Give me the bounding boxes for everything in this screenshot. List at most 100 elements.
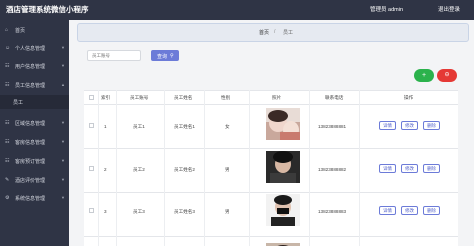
detail-button[interactable]: 详情 <box>379 121 396 130</box>
row-gender: 男 <box>225 167 230 172</box>
edit-button[interactable]: 修改 <box>401 164 418 173</box>
row-checkbox[interactable] <box>89 166 94 171</box>
row-phone: 13823888881 <box>318 124 347 129</box>
sidebar-item-home[interactable]: ⌂ 首页 <box>0 22 69 38</box>
user-icon: ☺ <box>5 45 11 51</box>
home-icon: ⌂ <box>5 27 9 33</box>
staff-photo-image <box>266 194 300 226</box>
staff-table: 索引 员工账号 员工姓名 性别 照片 联系电话 操作 1 员工1 员工姓名1 女… <box>84 90 458 246</box>
header-account: 员工账号 <box>130 95 149 100</box>
chevron-down-icon: ▼ <box>61 120 65 125</box>
table-col-divider <box>164 90 165 246</box>
row-checkbox[interactable] <box>89 123 94 128</box>
row-name: 员工姓名1 <box>174 124 195 129</box>
header-actions: 操作 <box>404 95 414 100</box>
table-divider <box>84 90 458 91</box>
search-button[interactable]: 查询 ⚲ <box>151 50 179 61</box>
search-input[interactable] <box>87 50 141 61</box>
chevron-down-icon: ▼ <box>61 177 65 182</box>
delete-button[interactable]: 删除 <box>423 121 440 130</box>
sidebar-item-area[interactable]: ☷ 区域信息管理 ▼ <box>0 115 69 131</box>
search-button-label: 查询 <box>157 54 168 60</box>
table-divider <box>84 236 458 237</box>
sidebar-item-label: 用户信息管理 <box>15 64 46 70</box>
sidebar-item-label: 区域信息管理 <box>15 121 46 127</box>
row-name: 员工姓名3 <box>174 209 195 214</box>
sidebar-subitem-label: 员工 <box>13 100 24 106</box>
breadcrumb-home[interactable]: 首页 <box>259 29 269 36</box>
staff-photo-image <box>266 151 300 183</box>
table-col-divider <box>359 90 360 246</box>
staff-photo <box>266 108 300 140</box>
sidebar-subitem-staff[interactable]: 员工 <box>0 95 69 109</box>
booking-icon: ☷ <box>5 158 10 164</box>
sidebar-item-system[interactable]: ⚙ 系统信息管理 ▼ <box>0 190 69 206</box>
batch-delete-button[interactable]: ⊖ <box>437 69 457 82</box>
breadcrumb: 首页 / 员工 <box>77 23 469 42</box>
row-checkbox[interactable] <box>89 208 94 213</box>
admin-label: 管理员 admin <box>370 7 404 13</box>
breadcrumb-separator: / <box>274 29 276 35</box>
header-phone: 联系电话 <box>325 95 344 100</box>
edit-button[interactable]: 修改 <box>401 121 418 130</box>
chevron-down-icon: ▼ <box>61 139 65 144</box>
detail-button[interactable]: 详情 <box>379 164 396 173</box>
header-photo: 照片 <box>272 95 282 100</box>
top-bar: 酒店管理系统微信小程序 管理员 admin 退出登录 <box>0 0 474 20</box>
chevron-down-icon: ▼ <box>61 63 65 68</box>
table-col-divider <box>249 90 250 246</box>
users-icon: ☷ <box>5 63 10 69</box>
sidebar-item-label: 酒店评价管理 <box>15 178 46 184</box>
delete-button[interactable]: 删除 <box>423 164 440 173</box>
chevron-down-icon: ▼ <box>61 45 65 50</box>
row-phone: 13823888883 <box>318 209 347 214</box>
app-title: 酒店管理系统微信小程序 <box>6 5 89 14</box>
select-all-checkbox[interactable] <box>89 95 94 100</box>
edit-button[interactable]: 修改 <box>401 206 418 215</box>
sidebar: ⌂ 首页 ☺ 个人信息管理 ▼ ☷ 用户信息管理 ▼ ☷ 员工信息管理 ▲ 员工… <box>0 20 69 246</box>
add-button[interactable]: + <box>414 69 434 82</box>
row-account: 员工1 <box>133 124 145 129</box>
sidebar-item-room[interactable]: ☷ 客房信息管理 ▼ <box>0 134 69 150</box>
row-index: 1 <box>104 124 107 129</box>
area-icon: ☷ <box>5 120 10 126</box>
row-account: 员工2 <box>133 167 145 172</box>
table-divider <box>84 192 458 193</box>
row-index: 3 <box>104 209 107 214</box>
staff-photo <box>266 194 300 226</box>
sidebar-item-personal[interactable]: ☺ 个人信息管理 ▼ <box>0 40 69 56</box>
row-name: 员工姓名2 <box>174 167 195 172</box>
table-col-divider <box>309 90 310 246</box>
header-index: 索引 <box>101 95 111 100</box>
search-icon: ⚲ <box>170 52 174 59</box>
staff-photo <box>266 151 300 183</box>
room-icon: ☷ <box>5 139 10 145</box>
table-divider <box>84 148 458 149</box>
sidebar-item-label: 系统信息管理 <box>15 196 46 202</box>
header-gender: 性别 <box>221 95 231 100</box>
chevron-down-icon: ▼ <box>61 158 65 163</box>
review-icon: ✎ <box>5 177 10 183</box>
row-gender: 男 <box>225 209 230 214</box>
row-phone: 13823888882 <box>318 167 347 172</box>
row-index: 2 <box>104 167 107 172</box>
sidebar-item-booking[interactable]: ☷ 客房预订管理 ▼ <box>0 153 69 169</box>
delete-button[interactable]: 删除 <box>423 206 440 215</box>
row-account: 员工3 <box>133 209 145 214</box>
sidebar-item-staff[interactable]: ☷ 员工信息管理 ▲ <box>0 77 69 93</box>
sidebar-item-review[interactable]: ✎ 酒店评价管理 ▼ <box>0 172 69 188</box>
staff-photo <box>266 238 300 246</box>
sidebar-item-label: 首页 <box>15 28 26 34</box>
logout-link[interactable]: 退出登录 <box>438 5 460 13</box>
sidebar-item-label: 客房预订管理 <box>15 159 46 165</box>
row-gender: 女 <box>225 124 230 129</box>
sidebar-item-label: 客房信息管理 <box>15 140 46 146</box>
table-col-divider <box>116 90 117 246</box>
detail-button[interactable]: 详情 <box>379 206 396 215</box>
table-col-divider <box>98 90 99 246</box>
sidebar-item-users[interactable]: ☷ 用户信息管理 ▼ <box>0 58 69 74</box>
system-icon: ⚙ <box>5 195 10 201</box>
header-name: 员工姓名 <box>174 95 193 100</box>
chevron-up-icon: ▲ <box>61 82 65 87</box>
chevron-down-icon: ▼ <box>61 195 65 200</box>
